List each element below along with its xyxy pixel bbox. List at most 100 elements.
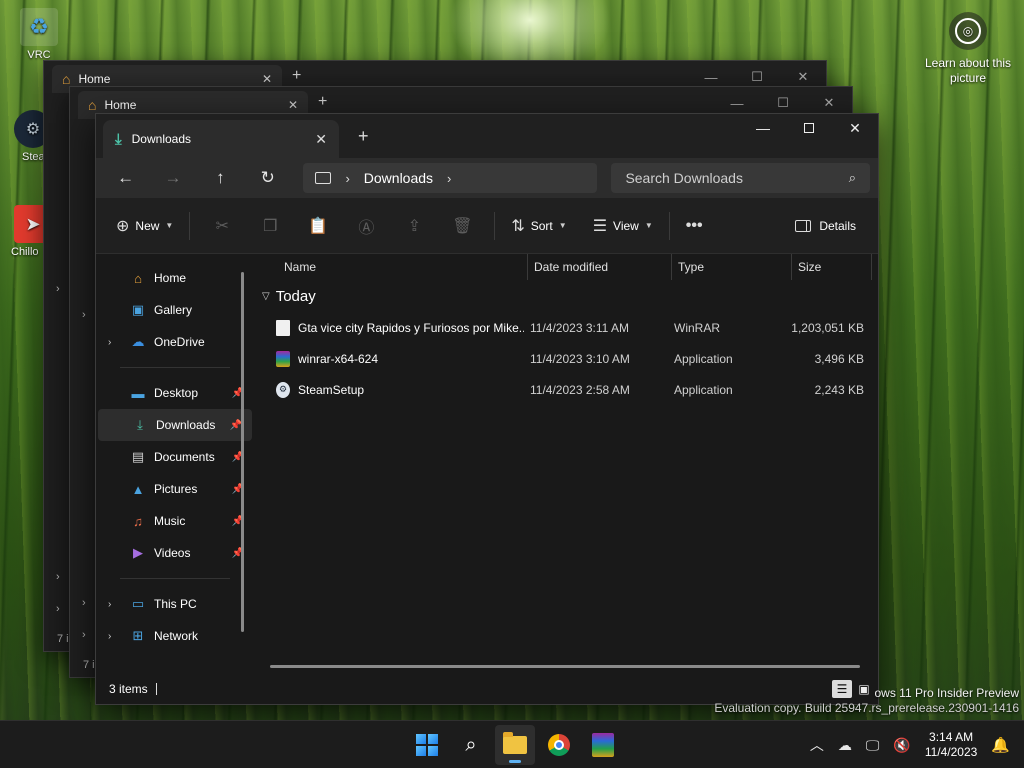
taskbar-file-explorer[interactable] (495, 725, 535, 765)
close-icon[interactable]: ✕ (262, 72, 272, 86)
up-button[interactable]: ↑ (199, 162, 242, 194)
column-header-type[interactable]: Type (672, 254, 792, 280)
table-row[interactable]: Gta vice city Rapidos y Furiosos por Mik… (254, 312, 878, 343)
close-window-button[interactable]: ✕ (832, 114, 878, 142)
file-date: 11/4/2023 3:10 AM (530, 351, 630, 366)
sidebar-item-videos[interactable]: ▶ Videos 📌 (96, 537, 254, 569)
search-button[interactable]: ⌕ (451, 725, 491, 765)
start-button[interactable] (407, 725, 447, 765)
rename-icon[interactable]: Ⓐ (342, 210, 390, 242)
chrome-icon (548, 734, 570, 756)
sidebar-item-onedrive[interactable]: › ☁ OneDrive (96, 326, 254, 358)
chevron-right-icon[interactable]: › (82, 597, 86, 609)
tiles-view-icon[interactable]: ▣ (854, 680, 874, 698)
copy-icon[interactable]: ❐ (246, 210, 294, 242)
paste-icon[interactable]: 📋 (294, 210, 342, 242)
notification-bell-icon[interactable]: 🔔 (991, 736, 1010, 754)
sidebar-item-pictures[interactable]: ▲ Pictures 📌 (96, 473, 254, 505)
minimize-button[interactable]: — (740, 114, 786, 142)
clock[interactable]: 3:14 AM 11/4/2023 (925, 730, 978, 760)
desktop-icon-recycle-bin[interactable]: ♻ VRC (9, 8, 69, 61)
column-header-date[interactable]: Date modified (528, 254, 672, 280)
refresh-button[interactable]: ↻ (246, 162, 289, 194)
desktop-folder-icon: ▬ (131, 385, 145, 401)
explorer-window-downloads[interactable]: ⤓ Downloads ✕ + — ✕ ← → ↑ ↻ › Downloads … (95, 113, 879, 705)
sidebar-item-label: This PC (154, 597, 197, 611)
chevron-right-icon[interactable]: › (56, 603, 60, 615)
breadcrumb-downloads[interactable]: Downloads (364, 170, 433, 186)
chevron-right-icon[interactable]: › (56, 571, 60, 583)
more-options-button[interactable]: ••• (678, 210, 711, 242)
details-pane-icon (795, 220, 812, 232)
sidebar-item-gallery[interactable]: ▣ Gallery (96, 294, 254, 326)
file-type: Application (674, 351, 733, 366)
download-icon: ⤓ (115, 130, 122, 148)
back-button[interactable]: ← (104, 162, 147, 194)
learn-about-label: Learn about this picture (924, 56, 1012, 85)
horizontal-scrollbar[interactable] (270, 665, 860, 668)
chevron-right-icon[interactable]: › (82, 309, 86, 321)
windows-logo-icon (416, 734, 438, 756)
sidebar-item-label: Documents (154, 450, 215, 464)
tab-downloads[interactable]: ⤓ Downloads ✕ (103, 120, 339, 158)
close-icon[interactable]: ✕ (288, 98, 298, 112)
taskbar-chrome[interactable] (539, 725, 579, 765)
details-view-icon[interactable]: ☰ (832, 680, 852, 698)
learn-about-picture[interactable]: ◎ Learn about this picture (920, 12, 1016, 86)
share-icon[interactable]: ⇪ (390, 210, 438, 242)
table-row[interactable]: ⚙ SteamSetup 11/4/2023 2:58 AM Applicati… (254, 374, 878, 405)
delete-icon[interactable]: 🗑 (438, 210, 486, 242)
volume-muted-icon[interactable]: 🔇 (893, 737, 910, 754)
sidebar-item-label: Pictures (154, 482, 198, 496)
sidebar-item-documents[interactable]: ▤ Documents 📌 (96, 441, 254, 473)
taskbar-winrar[interactable] (583, 725, 623, 765)
maximize-button[interactable] (786, 114, 832, 142)
sidebar-item-home[interactable]: ⌂ Home (96, 262, 254, 294)
chevron-right-icon[interactable]: › (108, 599, 111, 610)
chevron-right-icon[interactable]: › (345, 171, 349, 186)
sidebar-item-label: Home (154, 271, 187, 285)
network-icon[interactable]: 🖵 (866, 737, 880, 754)
chevron-right-icon[interactable]: › (108, 631, 111, 642)
search-input[interactable]: Search Downloads ⌕ (611, 163, 871, 193)
sidebar-item-music[interactable]: ♫ Music 📌 (96, 505, 254, 537)
chevron-up-icon[interactable]: ︿ (810, 735, 824, 755)
document-icon (276, 319, 290, 336)
plus-icon[interactable]: + (318, 93, 327, 111)
new-tab-button[interactable]: + (358, 126, 369, 147)
new-label: New (135, 218, 160, 233)
column-header-size[interactable]: Size (792, 254, 872, 280)
chevron-right-icon[interactable]: › (447, 171, 451, 186)
sort-button[interactable]: ⇅ Sort ▼ (503, 210, 574, 242)
chevron-right-icon[interactable]: › (82, 629, 86, 641)
sort-label: Sort (530, 218, 553, 233)
chevron-right-icon[interactable]: › (108, 337, 111, 348)
plus-icon[interactable]: + (292, 67, 301, 85)
sidebar-item-desktop[interactable]: ▬ Desktop 📌 (96, 377, 254, 409)
clock-time: 3:14 AM (929, 730, 974, 744)
cut-icon[interactable]: ✂ (198, 210, 246, 242)
file-type: Application (674, 382, 733, 397)
sidebar-item-downloads[interactable]: ⤓ Downloads 📌 (98, 409, 252, 441)
group-header-today[interactable]: ▽ Today (254, 280, 878, 312)
table-row[interactable]: winrar-x64-624 11/4/2023 3:10 AM Applica… (254, 343, 878, 374)
new-button[interactable]: ⊕ New ▼ (108, 210, 181, 242)
view-button[interactable]: ☰ View ▼ (585, 210, 661, 242)
details-pane-button[interactable]: Details (787, 210, 864, 242)
file-name: winrar-x64-624 (298, 351, 379, 366)
chevron-right-icon[interactable]: › (56, 283, 60, 295)
status-bar: 3 items ☰ ▣ (96, 674, 878, 704)
divider (668, 211, 670, 240)
sidebar-item-this-pc[interactable]: › ▭ This PC (96, 588, 254, 620)
column-header-name[interactable]: Name (254, 254, 528, 280)
forward-button[interactable]: → (151, 162, 194, 194)
sidebar-item-network[interactable]: › ⊞ Network (96, 620, 254, 652)
file-type: WinRAR (674, 320, 721, 335)
address-bar[interactable]: › Downloads › (303, 163, 598, 193)
home-icon: ⌂ (134, 270, 142, 286)
cloud-offline-icon[interactable]: ☁ (838, 737, 852, 754)
close-tab-icon[interactable]: ✕ (315, 131, 327, 148)
chevron-down-icon: ▼ (558, 221, 567, 230)
nav-scrollbar[interactable] (241, 272, 244, 632)
address-toolbar: ← → ↑ ↻ › Downloads › Search Downloads ⌕ (96, 158, 878, 198)
